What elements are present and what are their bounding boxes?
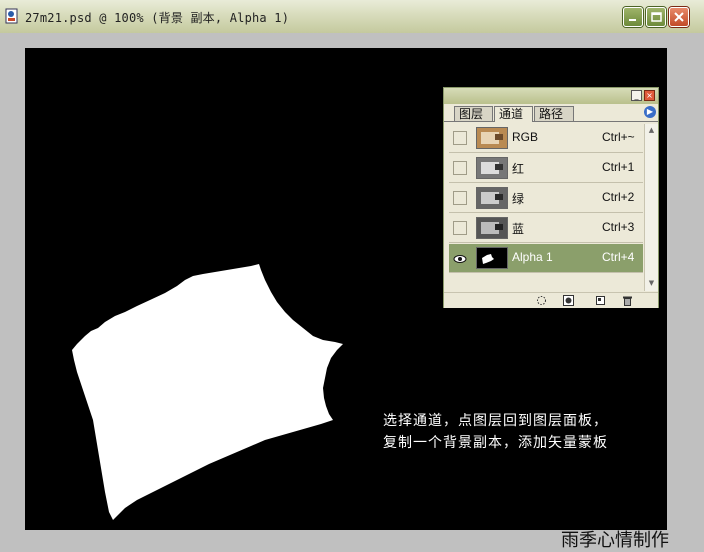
- visibility-toggle[interactable]: [453, 131, 467, 145]
- window-title: 27m21.psd @ 100% (背景 副本, Alpha 1): [25, 11, 290, 25]
- panel-footer: [444, 292, 658, 308]
- red-thumbnail-icon: [477, 158, 507, 178]
- channel-shortcut: Ctrl+1: [602, 160, 635, 174]
- channel-shortcut: Ctrl+~: [602, 130, 635, 144]
- channel-shortcut: Ctrl+2: [602, 190, 635, 204]
- author-watermark: 雨季心情制作: [561, 530, 669, 551]
- rgb-thumbnail-icon: [477, 128, 507, 148]
- caption-line-2: 复制一个背景副本，添加矢量蒙板: [383, 435, 608, 451]
- panel-close-button[interactable]: ×: [644, 90, 655, 101]
- channel-thumbnail: [476, 217, 508, 239]
- channel-thumbnail: [476, 247, 508, 269]
- scroll-down-icon[interactable]: ▼: [646, 278, 657, 289]
- channel-shortcut: Ctrl+4: [602, 250, 635, 264]
- channel-name: Alpha 1: [512, 250, 553, 264]
- panel-menu-arrow-icon[interactable]: ▶: [644, 106, 656, 118]
- channel-row-alpha-1[interactable]: Alpha 1 Ctrl+4: [449, 244, 643, 273]
- maximize-icon: [651, 12, 662, 22]
- blue-thumbnail-icon: [477, 218, 507, 238]
- tab-layers[interactable]: 图层: [454, 106, 493, 121]
- channel-name: 红: [512, 162, 525, 176]
- window-titlebar[interactable]: 27m21.psd @ 100% (背景 副本, Alpha 1): [0, 0, 704, 34]
- visibility-toggle[interactable]: [453, 251, 467, 265]
- channel-name: 绿: [512, 192, 525, 206]
- close-icon: [674, 12, 684, 22]
- visibility-toggle[interactable]: [453, 221, 467, 235]
- alpha-thumbnail-icon: [477, 248, 507, 268]
- save-selection-icon[interactable]: [563, 295, 574, 306]
- tab-paths[interactable]: 路径: [534, 106, 574, 121]
- photoshop-document-icon: [5, 8, 18, 24]
- channel-scrollbar[interactable]: ▲ ▼: [644, 124, 658, 291]
- load-selection-icon[interactable]: [536, 295, 547, 306]
- channel-shortcut: Ctrl+3: [602, 220, 635, 234]
- scroll-up-icon[interactable]: ▲: [646, 125, 657, 136]
- channel-row-rgb[interactable]: RGB Ctrl+~: [449, 124, 643, 153]
- channel-thumbnail: [476, 157, 508, 179]
- channel-thumbnail: [476, 187, 508, 209]
- channel-name: RGB: [512, 130, 539, 144]
- minimize-button[interactable]: [623, 7, 643, 27]
- channel-thumbnail: [476, 127, 508, 149]
- minimize-icon: [629, 19, 636, 21]
- channel-row-blue[interactable]: 蓝 Ctrl+3: [449, 214, 643, 243]
- channel-list: RGB Ctrl+~ 红 Ctrl+1 绿 Ctrl+2 蓝 Ctrl+3 Al…: [449, 124, 643, 276]
- channel-name: 蓝: [512, 222, 525, 236]
- maximize-button[interactable]: [646, 7, 666, 27]
- close-button[interactable]: [669, 7, 689, 27]
- panel-titlebar[interactable]: _ ×: [444, 88, 658, 104]
- green-thumbnail-icon: [477, 188, 507, 208]
- eye-icon: [453, 255, 467, 263]
- channels-panel[interactable]: _ × 图层 通道 路径 ▶ RGB Ctrl+~ 红 Ctrl+1 绿 Ctr…: [443, 87, 659, 308]
- channel-row-red[interactable]: 红 Ctrl+1: [449, 154, 643, 183]
- tab-channels[interactable]: 通道: [494, 106, 533, 122]
- tutorial-caption: 选择通道，点图层回到图层面板， 复制一个背景副本，添加矢量蒙板: [383, 410, 608, 454]
- delete-channel-icon[interactable]: [622, 295, 633, 306]
- caption-line-1: 选择通道，点图层回到图层面板，: [383, 413, 608, 429]
- panel-minimize-button[interactable]: _: [631, 90, 642, 101]
- channel-row-green[interactable]: 绿 Ctrl+2: [449, 184, 643, 213]
- panel-tabs: 图层 通道 路径: [444, 104, 658, 122]
- visibility-toggle[interactable]: [453, 161, 467, 175]
- new-channel-icon[interactable]: [595, 295, 606, 306]
- visibility-toggle[interactable]: [453, 191, 467, 205]
